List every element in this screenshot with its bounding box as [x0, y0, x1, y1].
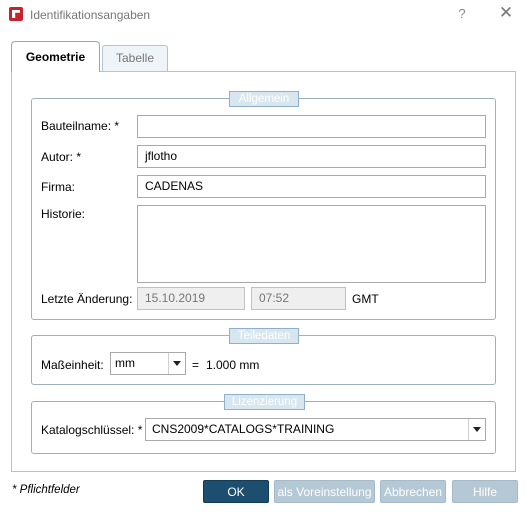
timezone-label: GMT [352, 292, 379, 306]
unit-select[interactable]: mm [110, 352, 186, 375]
author-input[interactable]: jflotho [137, 145, 486, 168]
licensing-group-title: Lizenzierung [224, 394, 305, 410]
part-name-label: Bauteilname: * [41, 119, 120, 133]
history-textarea[interactable] [137, 205, 486, 283]
part-name-input[interactable] [137, 115, 486, 138]
company-input[interactable]: CADENAS [137, 175, 486, 198]
equals-sign: = [192, 358, 200, 372]
history-label: Historie: [41, 207, 86, 221]
catalog-key-select[interactable]: CNS2009*CATALOGS*TRAINING [145, 418, 486, 441]
help-button[interactable]: Hilfe [452, 480, 518, 503]
part-data-group-title: Teiledaten [229, 328, 299, 344]
close-icon[interactable]: ✕ [496, 3, 516, 23]
unit-select-value: mm [115, 356, 135, 370]
ok-button[interactable]: OK [203, 480, 269, 503]
chevron-down-icon[interactable] [168, 353, 185, 374]
last-change-time-field: 07:52 [251, 287, 346, 310]
last-change-date-field: 15.10.2019 [137, 287, 245, 310]
last-change-label: Letzte Änderung: [41, 292, 133, 306]
window-title: Identifikationsangaben [30, 8, 151, 22]
set-default-button[interactable]: als Voreinstellung [274, 480, 375, 503]
tab-tabelle[interactable]: Tabelle [102, 45, 168, 71]
help-question-icon[interactable]: ? [454, 6, 470, 21]
cancel-button[interactable]: Abbrechen [380, 480, 446, 503]
general-group-title: Allgemein [229, 91, 299, 107]
author-label: Autor: * [41, 150, 82, 164]
chevron-down-icon[interactable] [468, 419, 485, 440]
unit-label: Maßeinheit: [41, 358, 104, 372]
required-fields-note: * Pflichtfelder [12, 484, 80, 496]
app-logo-icon [9, 7, 23, 21]
unit-conversion-text: 1.000 mm [206, 358, 260, 372]
company-label: Firma: [41, 180, 75, 194]
catalog-key-label: Katalogschlüssel: * [41, 423, 143, 437]
catalog-key-value: CNS2009*CATALOGS*TRAINING [152, 422, 335, 436]
title-bar: Identifikationsangaben ? ✕ [0, 0, 528, 30]
tab-geometrie[interactable]: Geometrie [11, 41, 100, 72]
